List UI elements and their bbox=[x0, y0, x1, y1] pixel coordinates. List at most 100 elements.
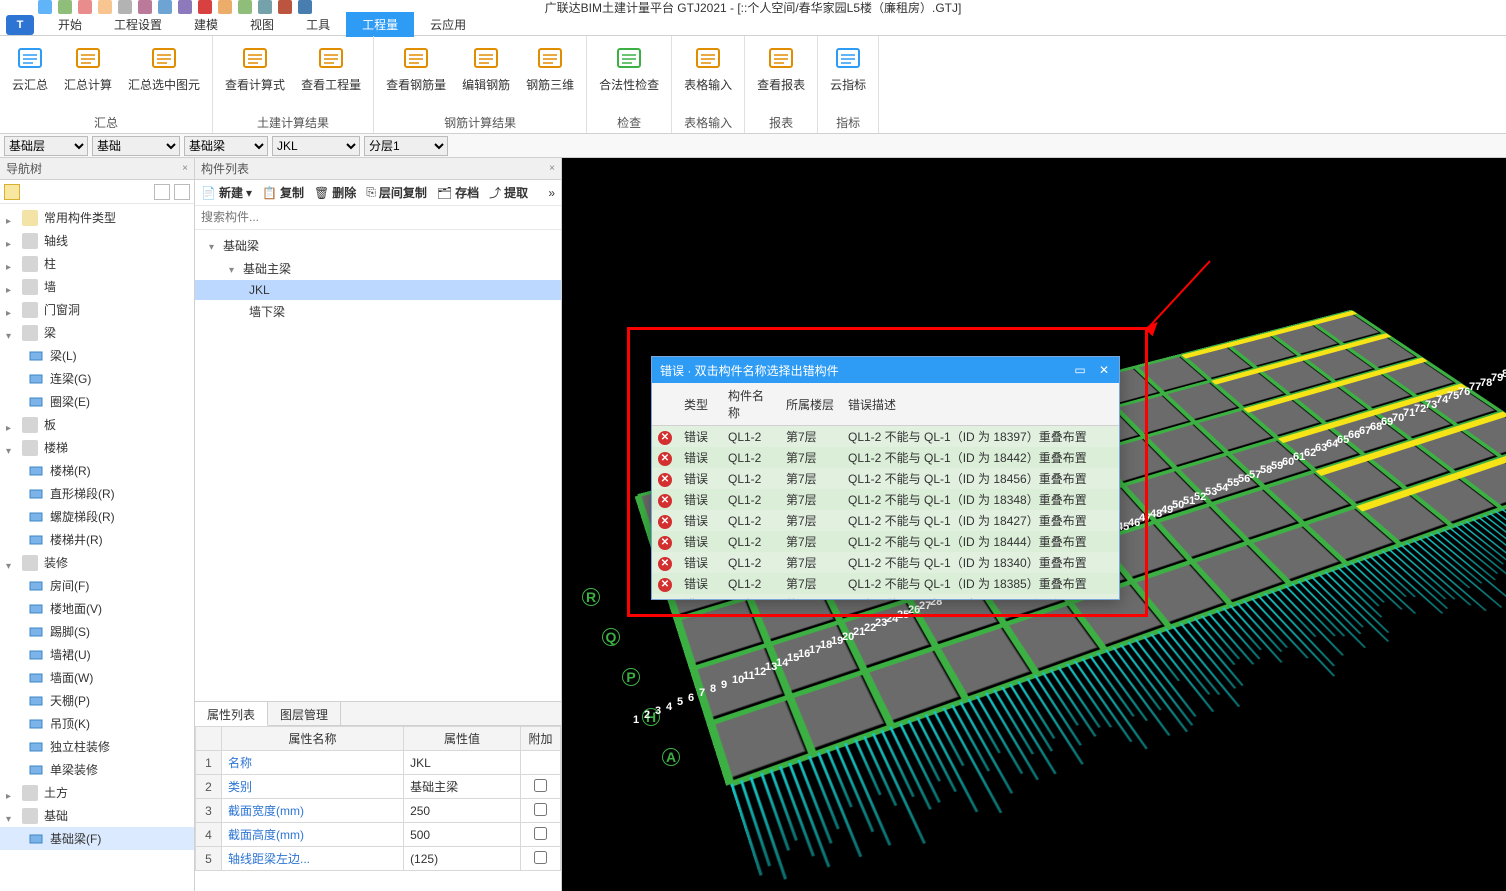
tab-1[interactable]: 工程设置 bbox=[98, 12, 178, 37]
dialog-close-icon[interactable]: ✕ bbox=[1097, 363, 1111, 377]
nav-item-8[interactable]: 装修 bbox=[0, 551, 194, 574]
expand-icon[interactable] bbox=[209, 239, 219, 249]
prop-row-check[interactable] bbox=[521, 799, 561, 823]
error-row[interactable]: ✕错误QL1-2第7层QL1-2 不能与 QL-1（ID 为 18385）重叠布… bbox=[652, 573, 1119, 594]
error-row[interactable]: ✕错误QL1-2第7层QL1-2 不能与 QL-1（ID 为 18340）重叠布… bbox=[652, 552, 1119, 573]
expand-icon[interactable] bbox=[6, 420, 16, 430]
ribbon-btn-bar-3d[interactable]: 钢筋三维 bbox=[522, 40, 578, 95]
expand-icon[interactable] bbox=[6, 213, 16, 223]
layer-copy-button[interactable]: ⎘ 层间复制 bbox=[366, 184, 427, 201]
nav-view-list-icon[interactable] bbox=[154, 184, 170, 200]
error-dialog-titlebar[interactable]: 错误 · 双击构件名称选择出错构件 ▭ ✕ bbox=[652, 357, 1119, 383]
ribbon-btn-sigma-sel[interactable]: 汇总选中图元 bbox=[124, 40, 204, 95]
property-table[interactable]: 属性名称 属性值 附加 1名称JKL2类别基础主梁3截面宽度(mm)2504截面… bbox=[195, 726, 561, 891]
tab-2[interactable]: 建模 bbox=[178, 12, 234, 37]
component-tree-item-3[interactable]: 墙下梁 bbox=[195, 300, 561, 323]
qat-cut-icon[interactable] bbox=[138, 0, 152, 14]
error-row[interactable]: ✕错误QL1-2第7层QL1-2 不能与 QL-1（ID 为 18427）重叠布… bbox=[652, 510, 1119, 531]
error-table[interactable]: 类型 构件名称 所属楼层 错误描述 ✕错误QL1-2第7层QL1-2 不能与 Q… bbox=[652, 383, 1119, 599]
tab-4[interactable]: 工具 bbox=[290, 12, 346, 37]
qat-a3-icon[interactable] bbox=[238, 0, 252, 14]
ribbon-btn-view[interactable]: 查看工程量 bbox=[297, 40, 365, 95]
expand-icon[interactable] bbox=[6, 558, 16, 568]
ribbon-btn-edit-bar[interactable]: 编辑钢筋 bbox=[458, 40, 514, 95]
nav-subitem-5-0[interactable]: 梁(L) bbox=[0, 344, 194, 367]
nav-subitem-7-2[interactable]: 螺旋梯段(R) bbox=[0, 505, 194, 528]
nav-tree[interactable]: 常用构件类型轴线柱墙门窗洞梁梁(L)连梁(G)圈梁(E)板楼梯楼梯(R)直形梯段… bbox=[0, 204, 194, 891]
expand-icon[interactable] bbox=[6, 282, 16, 292]
qat-a2-icon[interactable] bbox=[218, 0, 232, 14]
layer-select[interactable]: 分层1 bbox=[364, 136, 448, 156]
nav-subitem-5-2[interactable]: 圈梁(E) bbox=[0, 390, 194, 413]
error-row[interactable]: ✕错误QL1-2第7层QL1-2 不能与 QL-1（ID 为 18444）重叠布… bbox=[652, 531, 1119, 552]
error-row[interactable]: ✕错误QL1-2第7层QL1-2 不能与 QL-1（ID 为 18397）重叠布… bbox=[652, 426, 1119, 448]
expand-icon[interactable] bbox=[6, 811, 16, 821]
type-select[interactable]: 基础梁 bbox=[184, 136, 268, 156]
nav-item-6[interactable]: 板 bbox=[0, 413, 194, 436]
nav-item-5[interactable]: 梁 bbox=[0, 321, 194, 344]
nav-item-9[interactable]: 土方 bbox=[0, 781, 194, 804]
prop-row-check[interactable] bbox=[521, 775, 561, 799]
nav-subitem-7-1[interactable]: 直形梯段(R) bbox=[0, 482, 194, 505]
expand-icon[interactable] bbox=[229, 262, 239, 272]
ribbon-btn-sigma[interactable]: 汇总计算 bbox=[60, 40, 116, 95]
nav-subitem-7-3[interactable]: 楼梯井(R) bbox=[0, 528, 194, 551]
nav-subitem-5-1[interactable]: 连梁(G) bbox=[0, 367, 194, 390]
component-tree-item-2[interactable]: JKL bbox=[195, 280, 561, 300]
prop-row-check[interactable] bbox=[521, 847, 561, 871]
qat-a1-icon[interactable] bbox=[198, 0, 212, 14]
ribbon-btn-table[interactable]: 表格输入 bbox=[680, 40, 736, 95]
nav-panel-close-icon[interactable]: × bbox=[182, 163, 188, 174]
prop-row-value[interactable]: JKL bbox=[404, 751, 521, 775]
qat-sigma-icon[interactable] bbox=[178, 0, 192, 14]
qat-undo-icon[interactable] bbox=[58, 0, 72, 14]
property-tab-0[interactable]: 属性列表 bbox=[195, 702, 268, 726]
qat-a4-icon[interactable] bbox=[258, 0, 272, 14]
expand-icon[interactable] bbox=[6, 443, 16, 453]
expand-icon[interactable] bbox=[6, 788, 16, 798]
expand-icon[interactable] bbox=[6, 305, 16, 315]
prop-row-check[interactable] bbox=[521, 823, 561, 847]
expand-icon[interactable] bbox=[6, 236, 16, 246]
ribbon-btn-cloud[interactable]: 云汇总 bbox=[8, 40, 52, 95]
nav-subitem-8-8[interactable]: 单梁装修 bbox=[0, 758, 194, 781]
nav-subitem-8-2[interactable]: 踢脚(S) bbox=[0, 620, 194, 643]
nav-item-7[interactable]: 楼梯 bbox=[0, 436, 194, 459]
nav-item-1[interactable]: 轴线 bbox=[0, 229, 194, 252]
tab-0[interactable]: 开始 bbox=[42, 12, 98, 37]
tab-6[interactable]: 云应用 bbox=[414, 12, 482, 37]
app-logo[interactable]: T bbox=[6, 15, 34, 35]
nav-item-10[interactable]: 基础 bbox=[0, 804, 194, 827]
error-row[interactable]: ✕错误面砖第7层面砖 不能与 面砖（ID 为 54993）重叠布置 bbox=[652, 594, 1119, 599]
component-tree[interactable]: 基础梁基础主梁JKL墙下梁 bbox=[195, 230, 561, 701]
prop-row-value[interactable]: (125) bbox=[404, 847, 521, 871]
new-button[interactable]: 📄 新建 ▾ bbox=[201, 184, 252, 201]
prop-row-value[interactable]: 250 bbox=[404, 799, 521, 823]
tab-3[interactable]: 视图 bbox=[234, 12, 290, 37]
nav-subitem-8-5[interactable]: 天棚(P) bbox=[0, 689, 194, 712]
nav-item-2[interactable]: 柱 bbox=[0, 252, 194, 275]
component-toolbar-more-icon[interactable]: » bbox=[548, 186, 555, 200]
property-row[interactable]: 1名称JKL bbox=[196, 751, 561, 775]
nav-item-4[interactable]: 门窗洞 bbox=[0, 298, 194, 321]
nav-item-0[interactable]: 常用构件类型 bbox=[0, 206, 194, 229]
component-select[interactable]: JKL bbox=[272, 136, 360, 156]
component-tree-item-1[interactable]: 基础主梁 bbox=[195, 257, 561, 280]
ribbon-btn-calc[interactable]: 查看计算式 bbox=[221, 40, 289, 95]
prop-row-value[interactable]: 基础主梁 bbox=[404, 775, 521, 799]
category-select[interactable]: 基础 bbox=[92, 136, 180, 156]
nav-subitem-8-6[interactable]: 吊顶(K) bbox=[0, 712, 194, 735]
property-row[interactable]: 5轴线距梁左边...(125) bbox=[196, 847, 561, 871]
error-row[interactable]: ✕错误QL1-2第7层QL1-2 不能与 QL-1（ID 为 18442）重叠布… bbox=[652, 447, 1119, 468]
dialog-maximize-icon[interactable]: ▭ bbox=[1073, 363, 1087, 377]
prop-row-value[interactable]: 500 bbox=[404, 823, 521, 847]
component-panel-close-icon[interactable]: × bbox=[549, 163, 555, 174]
nav-subitem-7-0[interactable]: 楼梯(R) bbox=[0, 459, 194, 482]
delete-button[interactable]: 🗑 删除 bbox=[314, 184, 356, 201]
property-row[interactable]: 2类别基础主梁 bbox=[196, 775, 561, 799]
floor-select[interactable]: 基础层 bbox=[4, 136, 88, 156]
nav-subitem-10-0[interactable]: 基础梁(F) bbox=[0, 827, 194, 850]
nav-view-grid-icon[interactable] bbox=[174, 184, 190, 200]
qat-open-icon[interactable] bbox=[98, 0, 112, 14]
component-search-input[interactable] bbox=[195, 206, 561, 228]
